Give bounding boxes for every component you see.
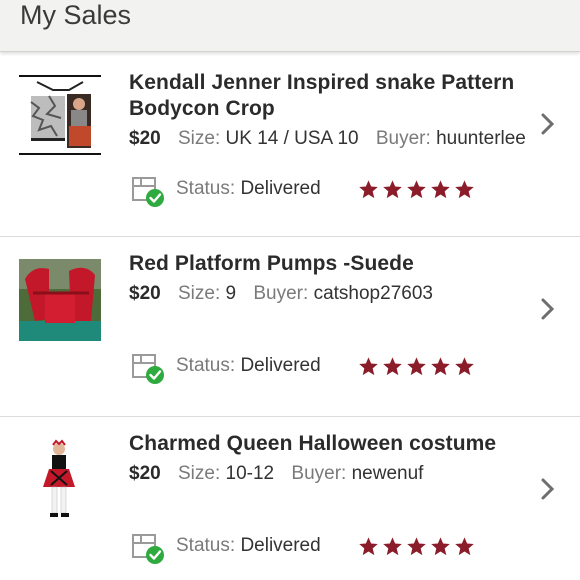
size-label: Size: <box>177 463 221 484</box>
status-text: Status: Delivered <box>176 178 321 199</box>
sale-meta: $20 Size: 9 Buyer: catshop27603 <box>129 283 529 305</box>
rating-stars <box>358 356 475 378</box>
size-label: Size: <box>177 283 221 304</box>
sales-list: Kendall Jenner Inspired snake Pattern Bo… <box>0 56 580 580</box>
rating-stars <box>358 179 475 201</box>
sale-info: Kendall Jenner Inspired snake Pattern Bo… <box>129 70 529 150</box>
chevron-right-icon[interactable] <box>540 112 556 136</box>
star-icon <box>359 537 378 556</box>
sale-title: Red Platform Pumps -Suede <box>129 252 414 275</box>
status-text: Status: Delivered <box>176 355 321 376</box>
status-value: Delivered <box>240 178 321 199</box>
product-thumbnail-crop-top <box>19 74 101 156</box>
sale-meta: $20 Size: UK 14 / USA 10 Buyer: huunterl… <box>129 128 529 150</box>
status-value: Delivered <box>240 355 321 376</box>
sale-item[interactable]: Kendall Jenner Inspired snake Pattern Bo… <box>0 56 580 237</box>
status-line: Status: Delivered <box>129 174 549 208</box>
product-thumbnail-red-pumps <box>19 259 101 341</box>
chevron-right-icon[interactable] <box>540 477 556 501</box>
status-line: Status: Delivered <box>129 351 549 385</box>
size-value: 9 <box>225 283 237 304</box>
product-thumbnail-costume <box>19 439 101 521</box>
buyer-label: Buyer: <box>253 283 309 304</box>
sale-info: Charmed Queen Halloween costume $20 Size… <box>129 431 529 485</box>
star-icon <box>431 537 450 556</box>
star-icon <box>455 180 474 199</box>
star-icon <box>455 357 474 376</box>
sale-info: Red Platform Pumps -Suede $20 Size: 9 Bu… <box>129 251 529 305</box>
sale-item[interactable]: Red Platform Pumps -Suede $20 Size: 9 Bu… <box>0 237 580 417</box>
delivered-box-icon <box>132 354 164 384</box>
delivered-box-icon <box>132 534 164 564</box>
star-icon <box>431 357 450 376</box>
star-icon <box>359 180 378 199</box>
status-value: Delivered <box>240 535 321 556</box>
status-line: Status: Delivered <box>129 531 549 565</box>
star-icon <box>383 357 402 376</box>
buyer-value: catshop27603 <box>313 283 433 304</box>
buyer-label: Buyer: <box>375 128 431 149</box>
page-title: My Sales <box>20 0 132 30</box>
rating-stars <box>358 536 475 558</box>
app-header: My Sales <box>0 0 580 52</box>
sale-meta: $20 Size: 10-12 Buyer: newenuf <box>129 463 529 485</box>
buyer-label: Buyer: <box>291 463 347 484</box>
sale-title: Charmed Queen Halloween costume <box>129 432 497 455</box>
sale-price: $20 <box>129 283 161 304</box>
buyer-value: newenuf <box>351 463 424 484</box>
star-icon <box>407 180 426 199</box>
chevron-right-icon[interactable] <box>540 297 556 321</box>
delivered-box-icon <box>132 177 164 207</box>
sale-price: $20 <box>129 463 161 484</box>
star-icon <box>383 180 402 199</box>
star-icon <box>383 537 402 556</box>
size-value: 10-12 <box>225 463 275 484</box>
buyer-value: huunterlee <box>436 128 526 149</box>
sale-price: $20 <box>129 128 161 149</box>
star-icon <box>359 357 378 376</box>
size-label: Size: <box>177 128 221 149</box>
size-value: UK 14 / USA 10 <box>225 128 359 149</box>
star-icon <box>455 537 474 556</box>
star-icon <box>431 180 450 199</box>
sale-title: Kendall Jenner Inspired snake Pattern Bo… <box>129 71 515 120</box>
star-icon <box>407 537 426 556</box>
sale-item[interactable]: Charmed Queen Halloween costume $20 Size… <box>0 417 580 580</box>
status-text: Status: Delivered <box>176 535 321 556</box>
star-icon <box>407 357 426 376</box>
